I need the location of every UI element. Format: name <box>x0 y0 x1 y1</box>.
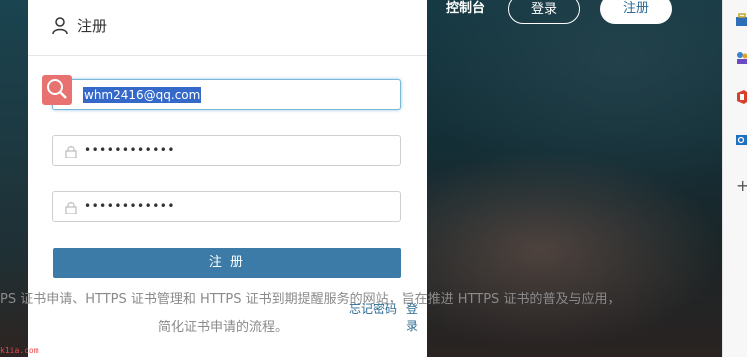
user-icon <box>52 17 68 35</box>
browser-extension-sidebar: + <box>722 0 747 357</box>
email-field[interactable]: whm2416@qq.com <box>52 79 401 110</box>
extension-outlook-icon[interactable] <box>736 133 747 147</box>
watermark: k1ia.com <box>0 346 39 355</box>
lock-icon <box>65 146 77 158</box>
nav-login-button[interactable]: 登录 <box>508 0 580 24</box>
add-extension-icon[interactable]: + <box>736 178 747 194</box>
password-field[interactable]: •••••••••••• <box>52 135 401 166</box>
email-value: whm2416@qq.com <box>83 87 202 103</box>
page-title: 注册 <box>77 17 108 35</box>
search-icon <box>47 79 67 99</box>
nav-console-link[interactable]: 控制台 <box>446 0 485 18</box>
search-extension-badge[interactable] <box>42 75 72 105</box>
confirm-password-field[interactable]: •••••••••••• <box>52 191 401 222</box>
site-description-line2: 简化证书申请的流程。 <box>158 320 289 335</box>
lock-icon <box>65 202 77 214</box>
extension-people-icon[interactable] <box>736 51 747 65</box>
password-value: •••••••••••• <box>84 143 175 157</box>
confirm-password-value: •••••••••••• <box>84 199 175 213</box>
site-description-line1: PS 证书申请、HTTPS 证书管理和 HTTPS 证书到期提醒服务的网站，旨在… <box>0 292 621 307</box>
panel-header: 注册 <box>28 0 427 56</box>
nav-register-button[interactable]: 注册 <box>600 0 672 24</box>
extension-office-icon[interactable] <box>736 90 747 104</box>
register-submit-button[interactable]: 注 册 <box>53 248 401 278</box>
extension-briefcase-icon[interactable] <box>736 13 747 27</box>
